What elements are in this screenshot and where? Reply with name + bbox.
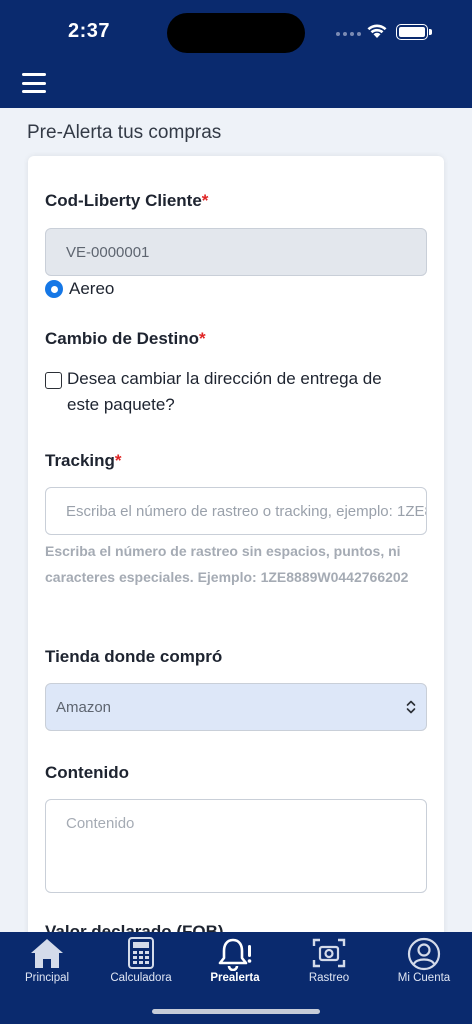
store-select[interactable]: Amazon [45, 683, 427, 731]
page-title: Pre-Alerta tus compras [27, 122, 222, 143]
contents-label: Contenido [45, 763, 130, 782]
app-bar [0, 62, 472, 108]
select-arrows-icon [406, 700, 416, 714]
signal-dots-icon [336, 32, 361, 36]
scan-tracking-icon [312, 938, 346, 968]
destination-change-label: Cambio de Destino* [45, 329, 206, 348]
client-code-label: Cod-Liberty Cliente* [45, 191, 209, 210]
calculator-icon [128, 937, 154, 969]
store-select-value: Amazon [56, 698, 112, 716]
shipping-option-aereo[interactable]: Aereo [45, 279, 114, 299]
destination-change-checkbox[interactable] [45, 372, 62, 389]
client-code-field: VE-0000001 [45, 228, 427, 276]
home-indicator [152, 1009, 320, 1014]
status-bar: 2:37 [0, 0, 472, 62]
nav-principal[interactable]: Principal [0, 932, 94, 992]
destination-change-checkbox-label: Desea cambiar la dirección de entrega de… [67, 369, 382, 414]
hamburger-icon[interactable] [22, 72, 48, 94]
nav-prealerta[interactable]: Prealerta [188, 932, 282, 992]
radio-selected-icon[interactable] [45, 280, 63, 298]
nav-rastreo[interactable]: Rastreo [282, 932, 376, 992]
bell-alert-icon [218, 938, 252, 971]
contents-textarea[interactable]: Contenido [45, 799, 427, 893]
battery-icon [396, 24, 432, 40]
nav-mi-cuenta[interactable]: Mi Cuenta [377, 932, 471, 992]
store-label: Tienda donde compró [45, 647, 223, 666]
radio-label: Aereo [69, 279, 115, 298]
tracking-input[interactable]: Escriba el número de rastreo o tracking,… [45, 487, 427, 535]
tracking-help-text: Escriba el número de rastreo sin espacio… [45, 543, 409, 585]
status-time: 2:37 [68, 20, 111, 42]
wifi-icon [367, 24, 387, 38]
account-icon [407, 937, 441, 971]
dynamic-island [167, 13, 305, 53]
nav-calculadora[interactable]: Calculadora [94, 932, 188, 992]
home-icon [31, 939, 63, 968]
tracking-label: Tracking* [45, 451, 122, 470]
